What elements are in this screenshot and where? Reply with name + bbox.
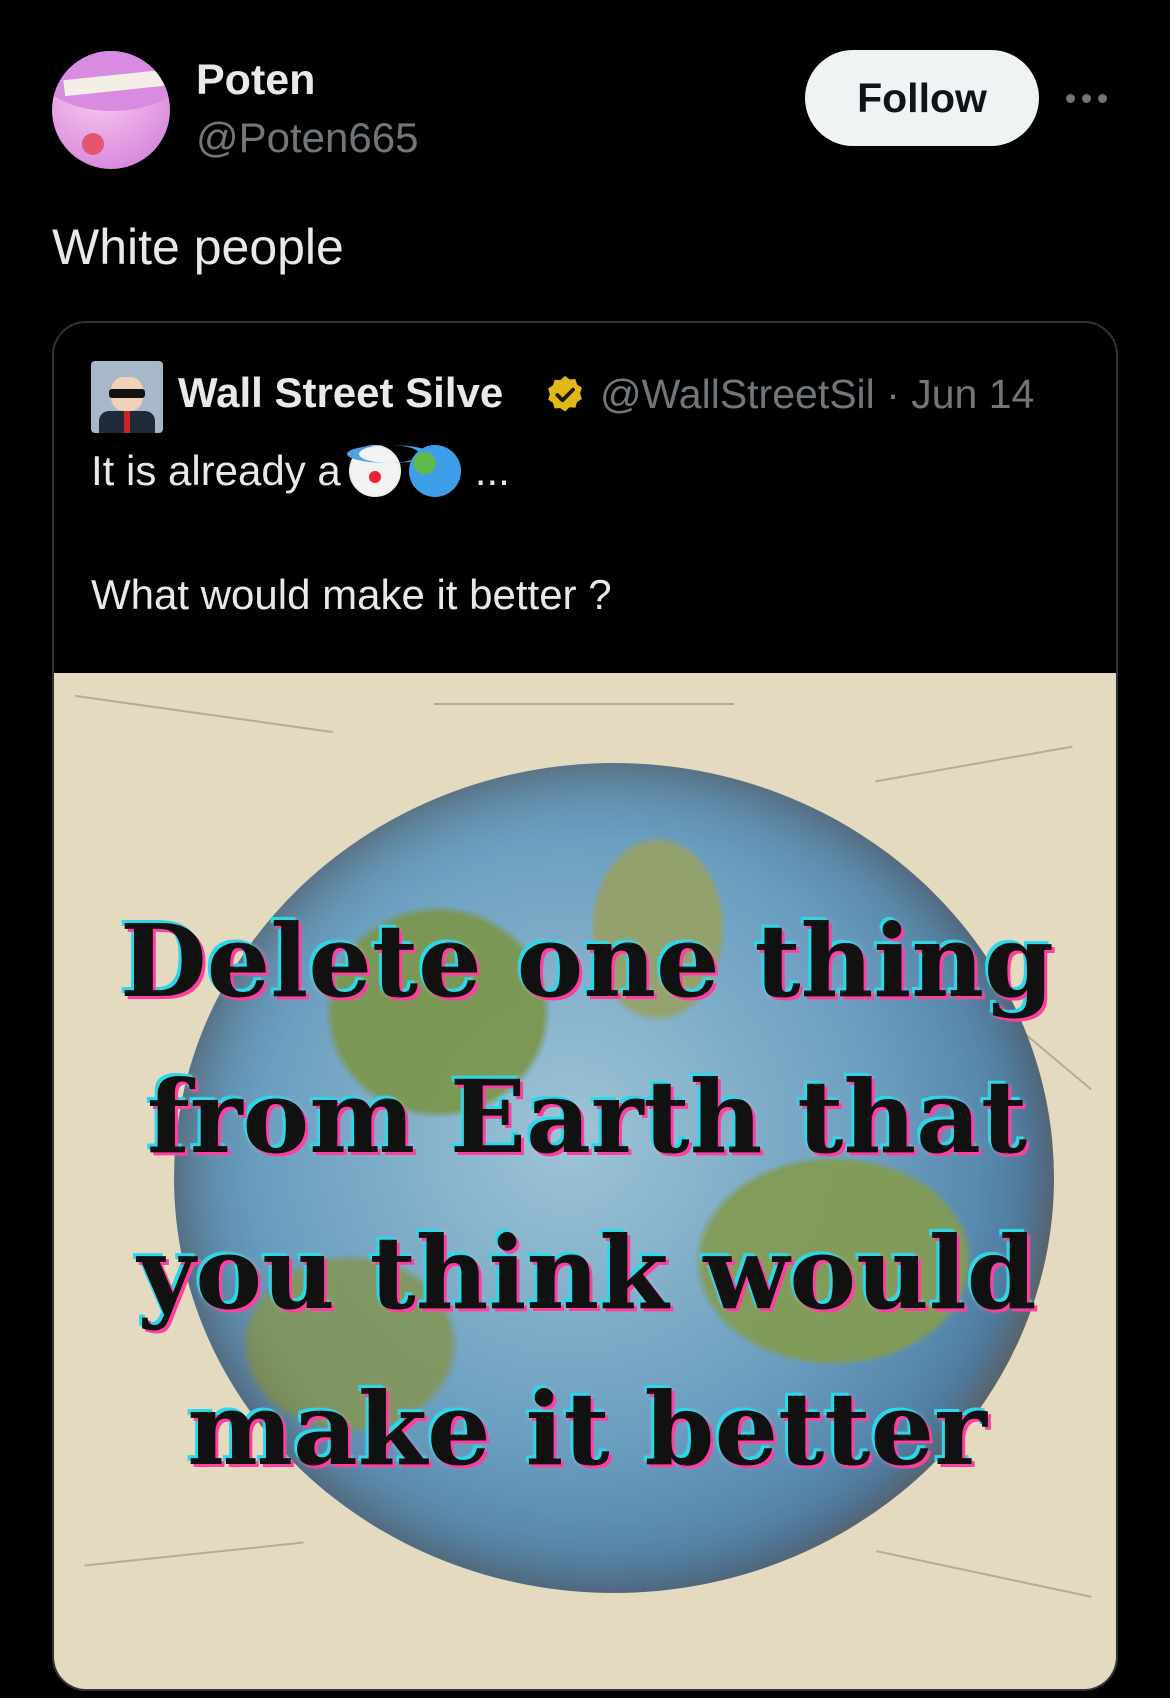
image-caption-line: make it better xyxy=(187,1370,987,1488)
author-handle[interactable]: @Poten665 xyxy=(196,114,418,162)
avatar-tie xyxy=(124,411,130,433)
sketch-line xyxy=(875,745,1073,783)
quoted-post-image[interactable]: Delete one thing from Earth that you thi… xyxy=(54,673,1116,1689)
quoted-text-ellipsis: ... xyxy=(474,447,510,494)
image-caption-line: you think would xyxy=(137,1214,1037,1332)
image-caption-line: from Earth that xyxy=(146,1058,1028,1176)
more-dot xyxy=(1098,93,1107,103)
quoted-author-name[interactable]: Wall Street Silve xyxy=(178,369,503,417)
avatar-tongue xyxy=(82,133,104,155)
more-dot xyxy=(1082,93,1091,103)
quoted-text-line1: It is already a ... xyxy=(91,445,510,497)
sketch-line xyxy=(434,703,734,705)
author-name[interactable]: Poten xyxy=(196,56,315,105)
quoted-post-meta[interactable]: @WallStreetSil · Jun 14 xyxy=(600,371,1034,418)
clown-face-icon xyxy=(346,445,431,497)
follow-button[interactable]: Follow xyxy=(805,50,1039,146)
image-caption: Delete one thing from Earth that you thi… xyxy=(54,883,1116,1507)
more-dot xyxy=(1066,93,1075,103)
more-options-icon[interactable] xyxy=(1066,86,1114,110)
quoted-post-card[interactable]: Wall Street Silve @WallStreetSil · Jun 1… xyxy=(52,321,1118,1691)
sketch-line xyxy=(876,1550,1092,1598)
quoted-text-line1-words: It is already a xyxy=(91,447,341,494)
quoted-author-avatar[interactable] xyxy=(91,361,163,433)
avatar-sunglasses xyxy=(109,389,145,398)
sketch-line xyxy=(75,694,333,734)
image-caption-line: Delete one thing xyxy=(120,902,1054,1020)
verified-badge-icon xyxy=(548,375,582,412)
sketch-line xyxy=(84,1541,304,1567)
post-text: White people xyxy=(52,219,344,275)
quoted-text-line2: What would make it better ? xyxy=(91,571,612,618)
globe-icon xyxy=(408,445,461,497)
author-avatar[interactable] xyxy=(52,51,170,169)
